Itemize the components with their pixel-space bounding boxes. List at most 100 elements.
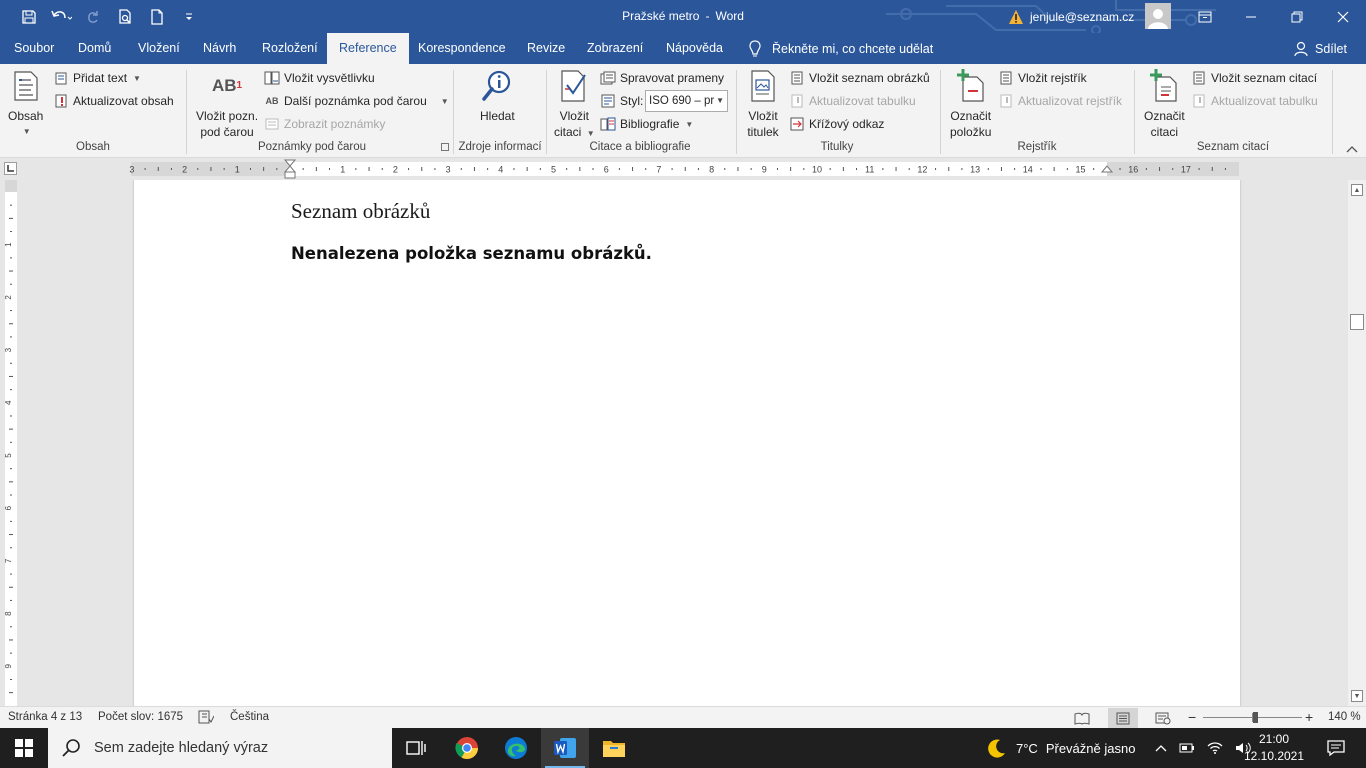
manage-sources-icon	[600, 70, 616, 86]
tab-domu[interactable]: Domů	[77, 33, 112, 64]
vlozit-citaci-button[interactable]: Vložit citaci ▼	[554, 68, 595, 142]
zoom-out-button[interactable]: −	[1188, 709, 1196, 725]
footnote-icon-text: AB	[211, 76, 237, 95]
taskbar-search-input[interactable]: Sem zadejte hledaný výraz	[48, 728, 392, 768]
start-button[interactable]	[0, 728, 48, 768]
tell-me-search[interactable]: Řekněte mi, co chcete udělat	[748, 33, 933, 64]
word-taskbar-icon[interactable]	[541, 728, 589, 768]
restore-icon[interactable]	[1274, 0, 1320, 33]
avatar[interactable]	[1145, 3, 1171, 29]
krizovy-odkaz-button[interactable]: Křížový odkaz	[789, 114, 884, 134]
vlozit-seznam-obrazku-button[interactable]: Vložit seznam obrázků	[789, 68, 930, 88]
document-body-text[interactable]: Nenalezena položka seznamu obrázků.	[291, 244, 652, 263]
bibliografie-button[interactable]: Bibliografie ▼	[600, 114, 693, 134]
obsah-label: Obsah	[8, 109, 44, 123]
tab-reference[interactable]: Reference	[327, 33, 409, 64]
show-notes-icon	[264, 116, 280, 132]
vlozit-rejstrik-button[interactable]: Vložit rejstřík	[998, 68, 1087, 88]
vlozit-poznamku-button[interactable]: AB 1 Vložit pozn. pod čarou	[196, 68, 258, 140]
tab-zobrazeni[interactable]: Zobrazení	[586, 33, 644, 64]
footnote-icon-sup: 1	[236, 80, 243, 91]
print-preview-icon[interactable]	[110, 3, 140, 31]
weather-temp: 7°C	[1016, 740, 1038, 756]
notifications-icon[interactable]	[1312, 728, 1360, 768]
web-layout-icon[interactable]	[1148, 708, 1178, 728]
tab-revize[interactable]: Revize	[526, 33, 566, 64]
warning-icon	[1009, 9, 1023, 24]
aktualizovat-tabulku-citaci-button[interactable]: Aktualizovat tabulku	[1191, 91, 1318, 111]
undo-icon[interactable]	[46, 3, 76, 31]
document-heading[interactable]: Seznam obrázků	[291, 199, 430, 224]
tab-vlozeni[interactable]: Vložení	[137, 33, 181, 64]
scroll-thumb[interactable]	[1350, 314, 1364, 330]
zobrazit-poznamky-button[interactable]: Zobrazit poznámky	[264, 114, 385, 134]
chrome-icon[interactable]	[443, 728, 491, 768]
vertical-ruler[interactable]: 1 2 3 4 5 6 7 8 9	[4, 180, 18, 706]
share-button[interactable]: Sdílet	[1294, 33, 1347, 64]
customize-qat-icon[interactable]	[174, 3, 204, 31]
vlozit-titulek-button[interactable]: Vložit titulek	[746, 68, 780, 140]
document-area[interactable]: Seznam obrázků Nenalezena položka seznam…	[20, 180, 1348, 706]
aktualizovat-rejstrik-label: Aktualizovat rejstřík	[1018, 94, 1123, 108]
obsah-button[interactable]: Obsah ▼	[8, 68, 43, 140]
pridat-text-button[interactable]: Přidat text ▼	[53, 68, 141, 88]
tab-navrh[interactable]: Návrh	[202, 33, 237, 64]
language[interactable]: Čeština	[230, 711, 269, 723]
print-layout-icon[interactable]	[1108, 708, 1138, 728]
close-icon[interactable]	[1320, 0, 1366, 33]
obsah-caret-icon: ▼	[22, 127, 31, 136]
tab-napoveda[interactable]: Nápověda	[665, 33, 724, 64]
dalsi-poznamka-button[interactable]: AB Další poznámka pod čarou ▼	[264, 91, 449, 111]
insert-index-icon	[998, 70, 1014, 86]
save-icon[interactable]	[14, 3, 44, 31]
citation-style-select[interactable]: ISO 690 – pr ▼	[645, 90, 728, 112]
ruler-label: 7	[656, 165, 661, 175]
task-view-icon[interactable]	[392, 728, 440, 768]
oznacit-citaci-label-2: citaci	[1150, 125, 1179, 139]
word-count[interactable]: Počet slov: 1675	[98, 711, 183, 723]
minimize-icon[interactable]	[1228, 0, 1274, 33]
oznacit-citaci-button[interactable]: Označit citaci	[1144, 68, 1185, 140]
tab-soubor[interactable]: Soubor	[13, 33, 55, 64]
tab-korespondence[interactable]: Korespondence	[417, 33, 507, 64]
tab-rozlozeni[interactable]: Rozložení	[261, 33, 319, 64]
zoom-level[interactable]: 140 %	[1328, 711, 1361, 723]
aktualizovat-obsah-button[interactable]: Aktualizovat obsah	[53, 91, 174, 111]
weather-widget[interactable]: 7°C Převážně jasno	[986, 728, 1135, 768]
aktualizovat-tabulku-titulky-button[interactable]: Aktualizovat tabulku	[789, 91, 916, 111]
taskbar-clock[interactable]: 21:00 12.10.2021	[1238, 731, 1310, 765]
zoom-in-button[interactable]: +	[1305, 709, 1313, 725]
ribbon-display-options-icon[interactable]	[1182, 0, 1228, 33]
tab-selector[interactable]	[4, 162, 17, 175]
vlozit-seznam-obrazku-label: Vložit seznam obrázků	[809, 71, 930, 85]
collapse-ribbon-icon[interactable]	[1344, 143, 1360, 155]
account-area[interactable]: jenjule@seznam.cz	[1008, 0, 1134, 33]
edge-icon[interactable]	[492, 728, 540, 768]
scroll-down-icon[interactable]: ▼	[1351, 690, 1363, 702]
vlozit-vysvetlivku-button[interactable]: Vložit vysvětlivku	[264, 68, 375, 88]
vlozit-pozn-label-1: Vložit pozn.	[196, 109, 259, 123]
chevron-up-icon[interactable]	[1155, 743, 1167, 753]
scroll-up-icon[interactable]: ▲	[1351, 184, 1363, 196]
oznacit-polozku-button[interactable]: Označit položku	[950, 68, 991, 140]
horizontal-ruler[interactable]: 3 2 1 1 2 3 4 5 6 7 8 9 10 11 12 13 14 15 16 17	[20, 158, 1348, 180]
battery-icon[interactable]	[1179, 742, 1195, 754]
file-explorer-icon[interactable]	[590, 728, 638, 768]
aktualizovat-rejstrik-button[interactable]: Aktualizovat rejstřík	[998, 91, 1122, 111]
read-mode-icon[interactable]	[1067, 708, 1097, 728]
vlozit-seznam-citaci-button[interactable]: Vložit seznam citací	[1191, 68, 1317, 88]
document-page[interactable]: Seznam obrázků Nenalezena položka seznam…	[134, 180, 1240, 706]
spravovat-prameny-button[interactable]: Spravovat prameny	[600, 68, 724, 88]
redo-icon[interactable]	[78, 3, 108, 31]
title-separator: -	[705, 9, 710, 23]
page-count[interactable]: Stránka 4 z 13	[8, 711, 82, 723]
proofing-icon[interactable]	[198, 710, 215, 727]
vertical-scrollbar[interactable]: ▲ ▼	[1348, 180, 1366, 706]
ruler-label: 6	[4, 505, 13, 510]
hledat-button[interactable]: Hledat	[480, 68, 515, 124]
table-of-contents-icon	[9, 68, 43, 104]
zoom-slider-thumb[interactable]	[1253, 712, 1258, 723]
dialog-launcher-icon[interactable]	[441, 143, 449, 151]
new-document-icon[interactable]	[142, 3, 172, 31]
wifi-icon[interactable]	[1207, 741, 1223, 755]
